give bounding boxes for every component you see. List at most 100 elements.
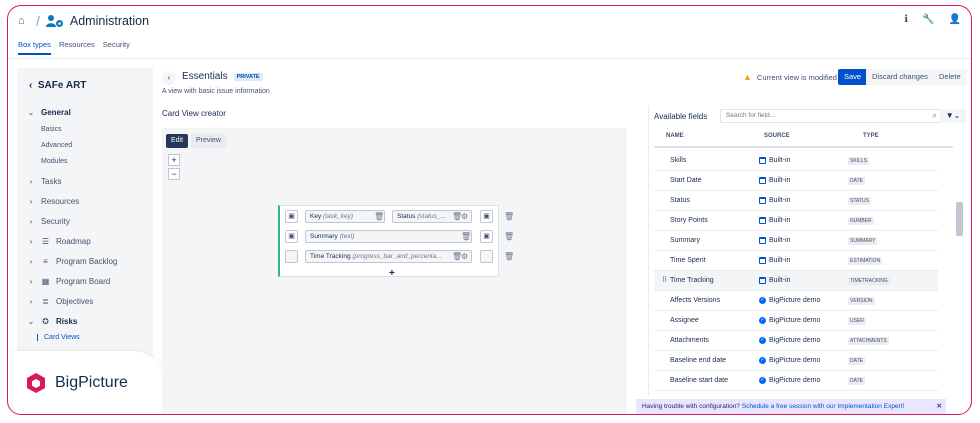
column-header-source[interactable]: SOURCE	[764, 133, 790, 139]
trash-icon[interactable]: 🗑	[504, 252, 514, 261]
source-label: BigPicture demo	[769, 377, 821, 384]
gear-icon[interactable]: ⚙	[461, 212, 468, 221]
tab-resources[interactable]: Resources	[59, 40, 95, 55]
table-row[interactable]: ⠿ Time Tracking Built-in TIMETRACKING	[654, 271, 938, 291]
table-row[interactable]: Baseline end date ✓ BigPicture demo DATE	[654, 351, 938, 371]
field-search-input[interactable]: Search for field... ⌕	[720, 109, 942, 123]
sidebar-item-roadmap[interactable]: › ☰ Roadmap	[27, 237, 91, 246]
sidebar-item-objectives[interactable]: › ≣ Objectives	[27, 297, 94, 306]
sidebar-item-resources[interactable]: › Resources	[27, 197, 80, 206]
field-source: ✓ BigPicture demo	[759, 357, 820, 364]
sidebar-subitem-modules[interactable]: Modules	[41, 158, 67, 165]
sidebar-item-label: General	[41, 108, 71, 117]
back-button[interactable]: ‹	[162, 71, 176, 85]
trash-icon[interactable]: 🗑	[374, 212, 384, 221]
brand-name: BigPicture	[55, 374, 128, 391]
column-header-name[interactable]: NAME	[666, 133, 684, 139]
preview-mode-button[interactable]: Preview	[191, 134, 226, 148]
user-icon[interactable]: 👤	[949, 14, 961, 25]
field-name: Skills	[670, 157, 687, 164]
sidebar-subitem-advanced[interactable]: Advanced	[41, 142, 72, 149]
filter-icon: ▼⌄	[945, 111, 961, 120]
table-row[interactable]: Time Spent Built-in ESTIMATION	[654, 251, 938, 271]
field-source: Built-in	[759, 197, 790, 204]
sidebar-item-program-backlog[interactable]: › ≡ Program Backlog	[27, 257, 118, 266]
table-row[interactable]: Assignee ✓ BigPicture demo USER	[654, 311, 938, 331]
chevron-right-icon: ›	[29, 257, 33, 266]
type-badge: VERSION	[848, 297, 875, 305]
sidebar-back[interactable]: ‹ SAFe ART	[29, 80, 86, 91]
table-row[interactable]: Status Built-in STATUS	[654, 191, 938, 211]
trash-icon[interactable]: 🗑	[504, 212, 514, 221]
panel-scrollbar[interactable]	[953, 146, 965, 408]
tab-security[interactable]: Security	[103, 40, 130, 55]
column-header-type[interactable]: TYPE	[863, 133, 879, 139]
sidebar-item-label: Security	[41, 217, 70, 226]
table-row[interactable]: Story Points Built-in NUMBER	[654, 211, 938, 231]
close-icon[interactable]: ✕	[937, 399, 942, 414]
wrench-icon[interactable]: 🔧	[922, 14, 934, 25]
home-icon[interactable]: ⌂	[18, 15, 30, 27]
app-frame: ⌂ / Administration ℹ 🔧 👤 Box types Resou…	[7, 5, 972, 415]
chevron-right-icon: ›	[29, 237, 33, 246]
field-time-tracking[interactable]: Time Tracking (progress_bar_and_percenta…	[305, 250, 472, 263]
image-slot-icon[interactable]: ▣	[285, 210, 298, 223]
modified-text: Current view is modified	[756, 72, 837, 82]
field-name: Story Points	[670, 217, 708, 224]
field-summary[interactable]: Summary (text)	[305, 230, 472, 243]
canvas-scrollbar[interactable]	[625, 128, 633, 414]
sidebar-subitem-basics[interactable]: Basics	[41, 126, 62, 133]
table-row[interactable]: Start Date Built-in DATE	[654, 171, 938, 191]
sidebar-item-general[interactable]: ⌄ General	[27, 108, 71, 117]
type-badge: ATTACHMENTS	[848, 337, 889, 345]
sidebar-item-risks[interactable]: ⌄ ✪ Risks	[27, 317, 78, 326]
empty-slot[interactable]	[285, 250, 298, 263]
type-badge: STATUS	[848, 197, 871, 205]
bigpicture-source-icon: ✓	[759, 297, 766, 304]
trash-icon[interactable]: 🗑	[461, 232, 471, 241]
empty-slot[interactable]	[480, 250, 493, 263]
gear-icon[interactable]: ⚙	[461, 252, 468, 261]
field-name: Time Spent	[670, 257, 706, 264]
save-button[interactable]: Save	[838, 69, 868, 85]
tab-box-types[interactable]: Box types	[18, 40, 51, 55]
top-actions: ℹ 🔧 👤	[904, 14, 961, 25]
edit-mode-button[interactable]: Edit	[166, 134, 189, 148]
source-label: Built-in	[769, 177, 791, 184]
sidebar-subitem-card-views[interactable]: Card Views	[37, 334, 80, 341]
modified-notice: ▲ Current view is modified	[743, 72, 837, 82]
delete-button[interactable]: Delete	[933, 69, 967, 85]
view-description: A view with basic issue information	[162, 88, 270, 95]
sidebar-item-security[interactable]: › Security	[27, 217, 70, 226]
image-slot-icon[interactable]: ▣	[480, 210, 493, 223]
table-row[interactable]: Baseline start date ✓ BigPicture demo DATE	[654, 371, 938, 391]
trash-icon[interactable]: 🗑	[504, 232, 514, 241]
admin-users-gear-icon	[45, 14, 64, 28]
source-label: Built-in	[769, 257, 791, 264]
table-row[interactable]: Summary Built-in SUMMARY	[654, 231, 938, 251]
image-slot-icon[interactable]: ▣	[285, 230, 298, 243]
field-source: Built-in	[759, 157, 790, 164]
drag-handle-icon[interactable]: ⠿	[662, 276, 667, 284]
zoom-out-button[interactable]: −	[168, 168, 180, 180]
sidebar-heading: SAFe ART	[37, 80, 87, 91]
sidebar-item-tasks[interactable]: › Tasks	[27, 177, 62, 186]
zoom-in-button[interactable]: +	[168, 154, 180, 166]
source-label: Built-in	[769, 217, 791, 224]
info-icon[interactable]: ℹ	[904, 14, 908, 25]
field-source: Built-in	[759, 177, 790, 184]
schedule-session-link[interactable]: Schedule a free session with our Impleme…	[742, 403, 905, 410]
table-row[interactable]: Attachments ✓ BigPicture demo ATTACHMENTS	[654, 331, 938, 351]
filter-button[interactable]: ▼⌄	[940, 109, 966, 123]
table-row[interactable]: Affects Versions ✓ BigPicture demo VERSION	[654, 291, 938, 311]
add-row-button[interactable]: +	[389, 268, 395, 279]
field-key[interactable]: Key (task_key)	[305, 210, 385, 223]
table-row[interactable]: Skills Built-in SKILLS	[654, 151, 938, 171]
field-source: ✓ BigPicture demo	[759, 317, 820, 324]
sidebar-item-label: Program Backlog	[56, 257, 118, 266]
image-slot-icon[interactable]: ▣	[480, 230, 493, 243]
brand-logo: BigPicture	[13, 351, 163, 414]
sidebar-item-program-board[interactable]: › ▦ Program Board	[27, 277, 111, 286]
scrollbar-thumb[interactable]	[956, 202, 963, 236]
discard-changes-button[interactable]: Discard changes	[866, 69, 934, 85]
